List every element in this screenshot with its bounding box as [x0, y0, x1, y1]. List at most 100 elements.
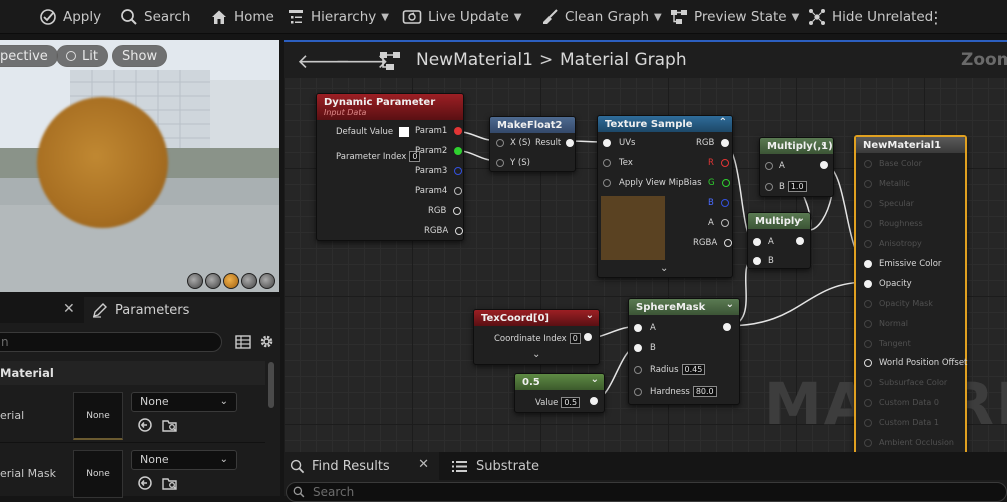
material-graph-panel[interactable]: 🡐 🡒 NewMaterial1 > Material Graph Zoom M…	[284, 40, 1007, 452]
input-pin[interactable]: Anisotropy	[864, 239, 922, 248]
param-asset-dropdown[interactable]: None ⌄	[131, 392, 237, 412]
hierarchy-dropdown[interactable]: Hierarchy ▼	[287, 0, 389, 34]
preview-viewport[interactable]: pective Lit Show	[0, 40, 279, 292]
live-update-dropdown[interactable]: Live Update ▼	[402, 0, 521, 34]
sphere-shape-icon[interactable]	[205, 273, 221, 289]
clean-graph-dropdown[interactable]: Clean Graph ▼	[541, 0, 662, 34]
hardness-field[interactable]: 80.0	[692, 386, 717, 397]
parameters-scrollbar[interactable]	[268, 362, 274, 408]
cube-shape-icon[interactable]	[241, 273, 257, 289]
param-thumbnail[interactable]: None	[73, 392, 123, 440]
input-pin[interactable]: Hardness 80.0	[634, 386, 717, 397]
input-pin[interactable]: UVs	[603, 138, 635, 148]
input-pin[interactable]: B	[634, 343, 656, 353]
b-value-field[interactable]: 1.0	[787, 181, 807, 192]
texcoord-node[interactable]: TexCoord[0] ⌄ Coordinate Index 0 ⌄	[473, 309, 600, 365]
close-icon[interactable]: ✕	[63, 301, 75, 317]
preview-state-dropdown[interactable]: Preview State ▼	[670, 0, 799, 34]
input-pin[interactable]: Specular	[864, 199, 914, 208]
texture-sample-node[interactable]: Texture Sample ⌃ UVs Tex Apply View MipBi…	[597, 115, 733, 278]
output-pin[interactable]	[820, 161, 828, 169]
gear-icon[interactable]	[258, 333, 275, 350]
input-pin[interactable]: Roughness	[864, 219, 923, 228]
input-pin[interactable]: B	[753, 256, 774, 266]
input-pin[interactable]: Ambient Occlusion	[864, 438, 954, 447]
input-pin[interactable]: Tangent	[864, 339, 911, 348]
cylinder-shape-icon[interactable]	[187, 273, 203, 289]
spheremask-node[interactable]: SphereMask ⌄ A B Radius 0.45 Hardness 80.0	[628, 298, 740, 405]
search-button[interactable]: Search	[120, 0, 190, 34]
perspective-button[interactable]: pective	[0, 45, 58, 67]
chevron-up-icon[interactable]: ⌃	[719, 117, 727, 128]
output-pin[interactable]: G	[708, 178, 730, 188]
output-pin[interactable]: Param1	[415, 126, 463, 136]
input-pin[interactable]: Subsurface Color	[864, 378, 947, 387]
chevron-down-icon[interactable]: ⌄	[591, 374, 599, 385]
output-pin[interactable]: RGB	[696, 138, 730, 148]
input-pin[interactable]: Base Color	[864, 159, 922, 168]
coordinate-index-field[interactable]: 0	[569, 333, 581, 344]
material-result-node[interactable]: NewMaterial1 Base Color Metallic Specula…	[854, 135, 967, 452]
color-swatch[interactable]	[399, 127, 410, 137]
hide-unrelated-button[interactable]: Hide Unrelated	[808, 0, 933, 34]
output-pin[interactable]: B	[708, 198, 729, 208]
output-pin[interactable]: Param3	[415, 166, 463, 176]
input-pin[interactable]: X (S)	[496, 138, 531, 148]
chevron-down-icon[interactable]: ⌄	[797, 213, 805, 224]
input-pin[interactable]: World Position Offset	[864, 358, 967, 368]
input-pin[interactable]: B 1.0	[765, 181, 807, 192]
output-pin[interactable]	[584, 333, 592, 341]
output-pin[interactable]	[723, 323, 731, 331]
expand-chevron-icon[interactable]: ⌄	[532, 349, 540, 360]
lit-button[interactable]: Lit	[56, 45, 108, 67]
input-pin[interactable]: A	[753, 237, 774, 247]
parameters-search-input[interactable]: n	[0, 332, 222, 352]
home-button[interactable]: Home	[210, 0, 274, 34]
more-options-icon[interactable]: ⋮	[928, 0, 944, 34]
output-pin[interactable]: Param4	[415, 186, 463, 196]
find-results-search-input[interactable]: Search	[286, 482, 1007, 502]
apply-button[interactable]: Apply	[39, 0, 101, 34]
output-pin[interactable]: RGB	[428, 206, 462, 216]
output-pin[interactable]: RGBA	[424, 226, 464, 236]
input-pin[interactable]: Tex	[603, 158, 633, 168]
output-pin[interactable]: R	[708, 158, 729, 168]
material-group-header[interactable]: Material	[0, 361, 265, 385]
input-pin[interactable]: Opacity Mask	[864, 299, 933, 308]
input-pin[interactable]: A	[634, 323, 656, 333]
tab-substrate[interactable]: Substrate	[444, 452, 539, 480]
tab-find-results[interactable]: Find Results ✕	[284, 452, 439, 480]
input-pin[interactable]: Custom Data 1	[864, 418, 939, 427]
table-view-icon[interactable]	[235, 334, 251, 350]
param-asset-dropdown[interactable]: None ⌄	[131, 450, 237, 470]
tab-parameters[interactable]: Parameters	[84, 297, 280, 323]
plane-shape-icon[interactable]	[223, 273, 239, 289]
chevron-down-icon[interactable]: ⌄	[726, 299, 734, 310]
output-pin[interactable]: RGBA	[693, 238, 733, 248]
expand-chevron-icon[interactable]: ⌄	[660, 263, 668, 274]
input-pin[interactable]: Normal	[864, 319, 908, 328]
input-pin[interactable]: Opacity	[864, 279, 912, 289]
output-pin[interactable]: A	[708, 218, 729, 228]
browse-asset-icon[interactable]	[162, 475, 178, 491]
constant-node[interactable]: 0.5 ⌄ Value 0.5	[514, 373, 605, 413]
param-thumbnail[interactable]: None	[73, 450, 123, 498]
use-selected-asset-icon[interactable]	[137, 475, 153, 491]
input-pin[interactable]: Custom Data 0	[864, 398, 939, 407]
browse-asset-icon[interactable]	[162, 417, 178, 433]
teapot-shape-icon[interactable]	[259, 273, 275, 289]
output-pin[interactable]: Result	[535, 138, 575, 148]
constant-value-field[interactable]: 0.5	[561, 397, 581, 408]
multiply-1-node[interactable]: Multiply(,1) ⌄ A B 1.0	[759, 137, 834, 197]
close-icon[interactable]: ✕	[418, 457, 429, 472]
chevron-down-icon[interactable]: ⌄	[586, 310, 594, 321]
input-pin[interactable]: Emissive Color	[864, 259, 941, 269]
input-pin[interactable]: Y (S)	[496, 158, 530, 168]
chevron-down-icon[interactable]: ⌄	[820, 138, 828, 149]
input-pin[interactable]: Apply View MipBias	[603, 178, 702, 188]
dynamic-parameter-node[interactable]: Dynamic Parameter Input Data Default Val…	[316, 93, 464, 241]
makefloat2-node[interactable]: MakeFloat2 X (S) Y (S) Result	[489, 116, 576, 172]
radius-field[interactable]: 0.45	[681, 364, 706, 375]
input-pin[interactable]: A	[765, 161, 785, 171]
show-button[interactable]: Show	[112, 45, 168, 67]
